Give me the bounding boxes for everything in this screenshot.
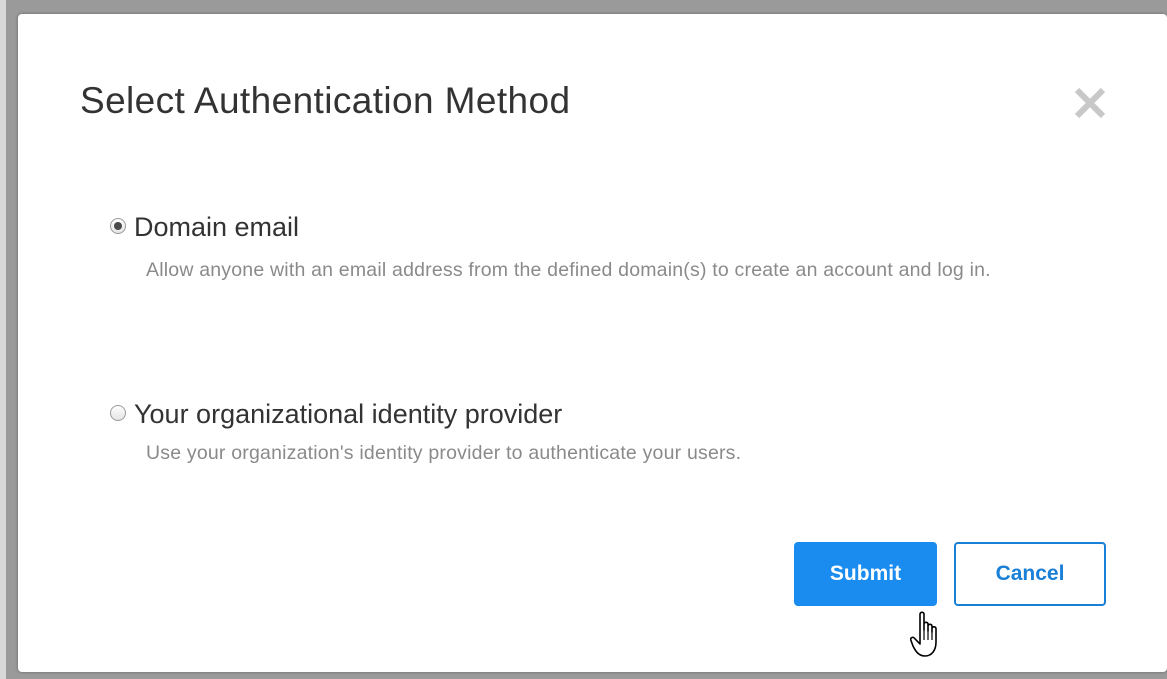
- option-description-domain-email: Allow anyone with an email address from …: [146, 259, 991, 281]
- option-label-domain-email[interactable]: Domain email: [134, 212, 299, 243]
- auth-method-dialog: Select Authentication Method Domain emai…: [18, 14, 1167, 672]
- submit-button[interactable]: Submit: [794, 542, 937, 606]
- hand-pointer-icon: [909, 610, 944, 660]
- close-icon[interactable]: [1070, 83, 1110, 123]
- cancel-button[interactable]: Cancel: [954, 542, 1106, 606]
- backdrop-edge: [0, 0, 6, 679]
- option-label-identity-provider[interactable]: Your organizational identity provider: [134, 399, 562, 430]
- radio-identity-provider[interactable]: [110, 405, 126, 421]
- radio-domain-email[interactable]: [110, 218, 126, 234]
- dialog-title: Select Authentication Method: [80, 80, 571, 121]
- option-description-identity-provider: Use your organization's identity provide…: [146, 442, 742, 464]
